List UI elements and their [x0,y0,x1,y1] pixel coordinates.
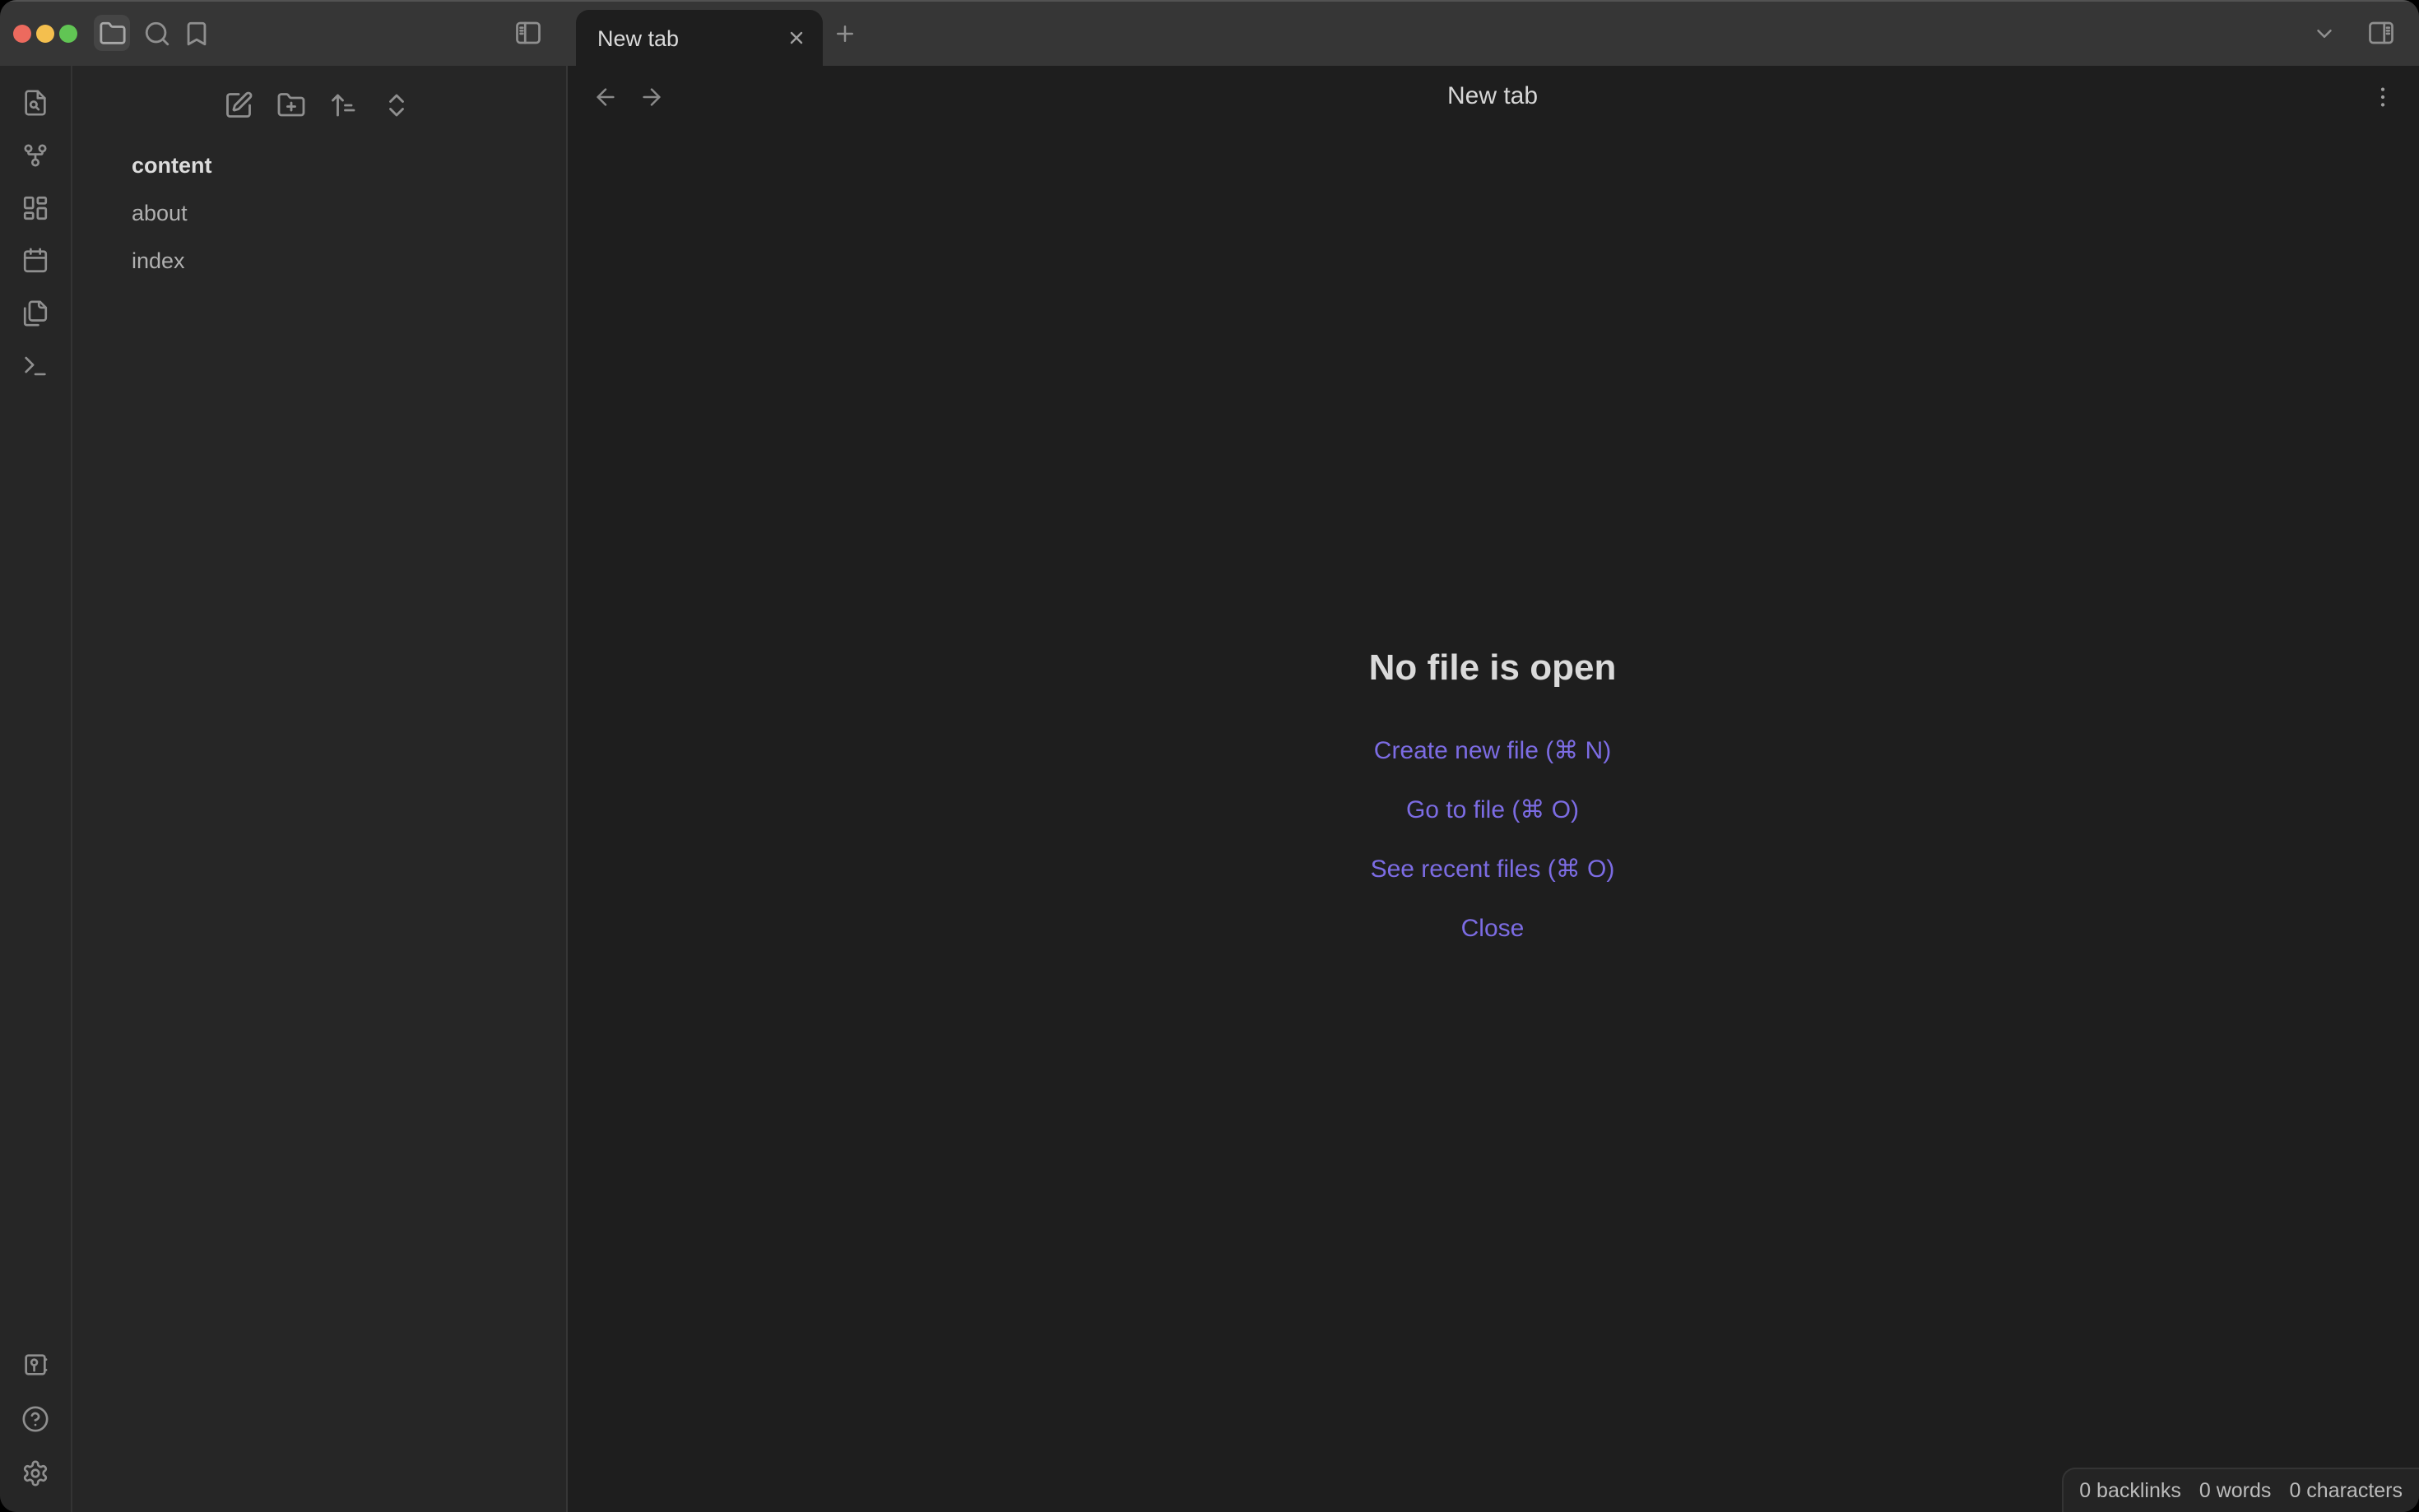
open-settings-button[interactable] [21,1458,50,1487]
backlinks-count[interactable]: 0 backlinks [2079,1479,2181,1502]
word-count: 0 words [2198,1479,2272,1502]
new-folder-button[interactable] [276,90,306,120]
collapse-all-button[interactable] [382,90,411,120]
open-quick-switcher-button[interactable] [21,87,50,117]
titlebar: New tab [0,0,2419,66]
status-bar: 0 backlinks 0 words 0 characters [2061,1468,2419,1512]
minimize-window-button[interactable] [36,25,54,43]
open-graph-view-button[interactable] [21,140,50,169]
dashboard-icon [21,193,49,221]
empty-state: No file is open Create new file (⌘ N) Go… [566,128,2419,1476]
create-new-file-link[interactable]: Create new file (⌘ N) [1374,730,1611,772]
x-icon[interactable] [787,28,806,48]
new-note-icon [224,90,253,120]
open-vault-button[interactable] [21,1349,50,1379]
search-tab-button[interactable] [138,15,174,51]
close-link[interactable]: Close [1461,907,1525,950]
view-title: New tab [1446,82,1539,110]
sort-order-button[interactable] [329,90,359,120]
open-canvas-button[interactable] [21,192,50,222]
open-terminal-button[interactable] [21,350,50,380]
open-help-button[interactable] [21,1403,50,1433]
arrow-right-icon [638,84,665,110]
new-note-button[interactable] [224,90,253,120]
tab-list-dropdown-button[interactable] [2312,21,2337,45]
folder-item-content[interactable]: content [72,141,566,189]
graph-icon [21,141,49,169]
files-icon [21,299,49,327]
folder-icon [98,19,126,47]
arrow-left-icon [592,84,619,110]
panel-right-icon [2366,18,2396,48]
settings-icon [21,1459,49,1486]
traffic-lights [13,25,77,43]
new-folder-icon [276,90,306,120]
file-item-about[interactable]: about [72,189,566,237]
folder-name: content [132,153,212,178]
file-explorer-sidebar: content about index [72,66,568,1512]
terminal-icon [21,351,49,379]
new-tab-button[interactable] [826,15,862,51]
editor-pane: New tab No file is open Create new file … [566,66,2419,1512]
collapse-all-icon [382,90,411,120]
open-daily-note-button[interactable] [21,245,50,275]
panel-left-icon [513,18,543,48]
see-recent-files-link[interactable]: See recent files (⌘ O) [1371,848,1615,891]
sort-order-icon [329,90,359,120]
files-tab-button[interactable] [94,15,130,51]
search-icon [142,19,170,47]
chevron-down-icon [2312,21,2337,45]
navigate-back-button[interactable] [592,84,619,110]
calendar-icon [21,246,49,274]
plus-icon [832,21,857,45]
file-name: about [132,201,188,225]
file-explorer-toolbar [72,66,566,138]
view-header: New tab [566,66,2419,128]
insert-template-button[interactable] [21,298,50,327]
file-tree: content about index [72,141,566,285]
help-icon [21,1404,49,1432]
bookmarks-tab-button[interactable] [178,15,214,51]
more-options-button[interactable] [2370,84,2396,110]
character-count: 0 characters [2289,1479,2403,1502]
zoom-window-button[interactable] [59,25,77,43]
empty-state-heading: No file is open [1368,646,1617,687]
bookmark-icon [182,19,210,47]
close-window-button[interactable] [13,25,31,43]
toggle-right-sidebar-button[interactable] [2366,18,2396,48]
vault-icon [21,1350,49,1378]
toggle-left-sidebar-button[interactable] [510,15,546,51]
tab-title: New tab [597,26,680,50]
file-search-icon [21,88,49,116]
more-options-icon [2370,84,2396,110]
file-name: index [132,248,185,273]
tab-new-tab[interactable]: New tab [576,10,823,66]
navigate-forward-button[interactable] [638,84,665,110]
obsidian-window: New tab content about index New tab No f… [0,0,2419,1512]
go-to-file-link[interactable]: Go to file (⌘ O) [1406,789,1579,832]
sidebar-resize-handle[interactable] [566,66,568,1512]
file-item-index[interactable]: index [72,237,566,285]
ribbon [0,66,72,1512]
